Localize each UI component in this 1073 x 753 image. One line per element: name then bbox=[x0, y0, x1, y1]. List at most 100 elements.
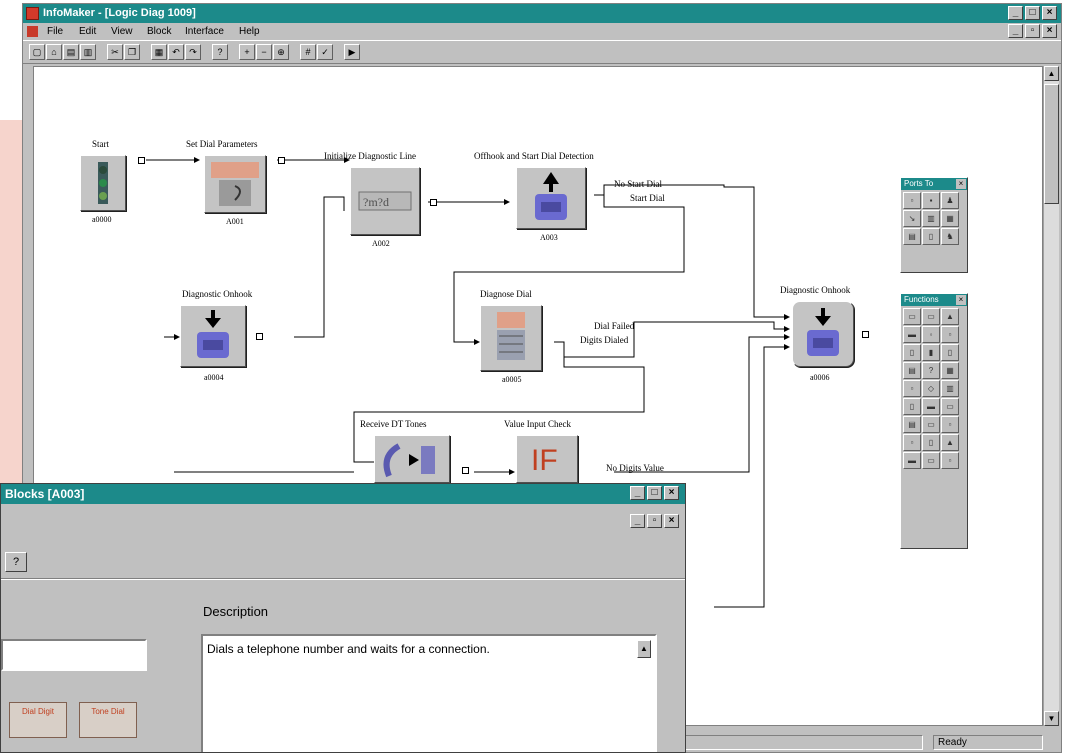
function-tool-icon[interactable]: ▫ bbox=[941, 452, 959, 469]
save-icon[interactable]: ▤ bbox=[63, 44, 79, 60]
dialog-doc-close-button[interactable]: × bbox=[664, 514, 679, 528]
function-tool-icon[interactable]: ▯ bbox=[922, 434, 940, 451]
function-tool-icon[interactable]: ▯ bbox=[941, 344, 959, 361]
block-diagnose-dial[interactable] bbox=[480, 305, 542, 371]
block-start[interactable] bbox=[80, 155, 126, 211]
copy-icon[interactable]: ❐ bbox=[124, 44, 140, 60]
function-tool-icon[interactable]: ▬ bbox=[903, 326, 921, 343]
block-initialize-diagnostic-line[interactable]: ?m?d bbox=[350, 167, 420, 235]
description-textarea[interactable]: Dials a telephone number and waits for a… bbox=[201, 634, 657, 752]
document-icon[interactable] bbox=[27, 26, 38, 37]
doc-restore-button[interactable]: ▫ bbox=[1025, 24, 1040, 38]
block-diagnostic-onhook-left[interactable] bbox=[180, 305, 246, 367]
window-titlebar[interactable]: InfoMaker - [Logic Diag 1009] _ □ × bbox=[23, 4, 1061, 23]
function-tool-icon[interactable]: ▭ bbox=[922, 416, 940, 433]
scroll-down-icon[interactable]: ▼ bbox=[1044, 711, 1059, 726]
doc-minimize-button[interactable]: _ bbox=[1008, 24, 1023, 38]
block-set-dial-parameters[interactable] bbox=[204, 155, 266, 213]
doc-close-button[interactable]: × bbox=[1042, 24, 1057, 38]
function-tool-icon[interactable]: ▫ bbox=[903, 380, 921, 397]
dialog-doc-restore-button[interactable]: ▫ bbox=[647, 514, 662, 528]
undo-icon[interactable]: ↶ bbox=[168, 44, 184, 60]
function-tool-icon[interactable]: ◦ bbox=[922, 326, 940, 343]
zoom-in-icon[interactable]: + bbox=[239, 44, 255, 60]
palette-tool-icon[interactable]: ♞ bbox=[941, 228, 959, 245]
block-name-field[interactable] bbox=[1, 639, 147, 671]
help-icon[interactable]: ? bbox=[212, 44, 228, 60]
function-tool-icon[interactable]: ▭ bbox=[903, 308, 921, 325]
block-diagnostic-onhook-right[interactable] bbox=[792, 301, 854, 367]
output-port[interactable] bbox=[278, 157, 285, 164]
function-tool-icon[interactable]: ▬ bbox=[922, 398, 940, 415]
palette-tool-icon[interactable]: ▫ bbox=[903, 192, 921, 209]
dialog-close-button[interactable]: × bbox=[664, 486, 679, 500]
maximize-button[interactable]: □ bbox=[1025, 6, 1040, 20]
close-button[interactable]: × bbox=[1042, 6, 1057, 20]
output-port[interactable] bbox=[256, 333, 263, 340]
new-icon[interactable]: ▢ bbox=[29, 44, 45, 60]
function-tool-icon[interactable]: ▯ bbox=[903, 398, 921, 415]
dialog-doc-minimize-button[interactable]: _ bbox=[630, 514, 645, 528]
palette-tool-icon[interactable]: ↘ bbox=[903, 210, 921, 227]
function-tool-icon[interactable]: ◇ bbox=[922, 380, 940, 397]
vertical-scrollbar[interactable]: ▲ ▼ bbox=[1043, 66, 1059, 726]
function-tool-icon[interactable]: ▫ bbox=[941, 326, 959, 343]
output-port[interactable] bbox=[430, 199, 437, 206]
print-icon[interactable]: ▥ bbox=[80, 44, 96, 60]
dialog-titlebar[interactable]: Blocks [A003] _ □ × bbox=[1, 484, 685, 504]
redo-icon[interactable]: ↷ bbox=[185, 44, 201, 60]
zoom-icon[interactable]: ⊕ bbox=[273, 44, 289, 60]
menu-interface[interactable]: Interface bbox=[185, 26, 224, 37]
palette-tool-icon[interactable]: ▥ bbox=[922, 210, 940, 227]
function-tool-icon[interactable]: ▬ bbox=[903, 452, 921, 469]
zoom-out-icon[interactable]: − bbox=[256, 44, 272, 60]
function-tool-icon[interactable]: ▮ bbox=[922, 344, 940, 361]
scroll-up-icon[interactable]: ▲ bbox=[1044, 66, 1059, 81]
palette-tool-icon[interactable]: ▪ bbox=[922, 192, 940, 209]
function-tool-icon[interactable]: ▭ bbox=[922, 452, 940, 469]
function-tool-icon[interactable]: ▭ bbox=[922, 308, 940, 325]
block-receive-dt-tones[interactable] bbox=[374, 435, 450, 483]
function-tool-icon[interactable]: ▫ bbox=[903, 434, 921, 451]
output-port[interactable] bbox=[462, 467, 469, 474]
palette-tool-icon[interactable]: ▯ bbox=[922, 228, 940, 245]
output-port[interactable] bbox=[138, 157, 145, 164]
block-offhook-start-dial[interactable] bbox=[516, 167, 586, 229]
function-tool-icon[interactable]: ▦ bbox=[941, 362, 959, 379]
block-value-input-check[interactable]: IF bbox=[516, 435, 578, 483]
function-tool-icon[interactable]: ▥ bbox=[941, 380, 959, 397]
help-icon[interactable]: ? bbox=[5, 552, 27, 572]
grid-icon[interactable]: # bbox=[300, 44, 316, 60]
scroll-up-icon[interactable]: ▲ bbox=[637, 640, 651, 658]
function-tool-icon[interactable]: ▤ bbox=[903, 362, 921, 379]
open-icon[interactable]: ⌂ bbox=[46, 44, 62, 60]
menu-file[interactable]: File bbox=[47, 26, 63, 37]
run-icon[interactable]: ▶ bbox=[344, 44, 360, 60]
minimize-button[interactable]: _ bbox=[1008, 6, 1023, 20]
function-tool-icon[interactable]: ▤ bbox=[903, 416, 921, 433]
menu-view[interactable]: View bbox=[111, 26, 133, 37]
cut-icon[interactable]: ✂ bbox=[107, 44, 123, 60]
function-tool-icon[interactable]: ? bbox=[922, 362, 940, 379]
dial-digit-button[interactable]: Dial Digit bbox=[9, 702, 67, 738]
paste-icon[interactable]: ▦ bbox=[151, 44, 167, 60]
function-tool-icon[interactable]: ▯ bbox=[903, 344, 921, 361]
palette-tool-icon[interactable]: ▤ bbox=[903, 228, 921, 245]
scroll-thumb[interactable] bbox=[1044, 84, 1059, 204]
menu-block[interactable]: Block bbox=[147, 26, 171, 37]
function-tool-icon[interactable]: ▲ bbox=[941, 434, 959, 451]
function-tool-icon[interactable]: ▫ bbox=[941, 416, 959, 433]
function-tool-icon[interactable]: ▲ bbox=[941, 308, 959, 325]
function-tool-icon[interactable]: ▭ bbox=[941, 398, 959, 415]
dialog-minimize-button[interactable]: _ bbox=[630, 486, 645, 500]
close-icon[interactable]: × bbox=[956, 179, 966, 189]
output-port[interactable] bbox=[862, 331, 869, 338]
check-icon[interactable]: ✓ bbox=[317, 44, 333, 60]
palette-tool-icon[interactable]: ▦ bbox=[941, 210, 959, 227]
menu-help[interactable]: Help bbox=[239, 26, 260, 37]
functions-palette-title[interactable]: Functions × bbox=[901, 294, 967, 306]
close-icon[interactable]: × bbox=[956, 295, 966, 305]
dialog-maximize-button[interactable]: □ bbox=[647, 486, 662, 500]
tone-dial-button[interactable]: Tone Dial bbox=[79, 702, 137, 738]
ports-palette-title[interactable]: Ports To × bbox=[901, 178, 967, 190]
